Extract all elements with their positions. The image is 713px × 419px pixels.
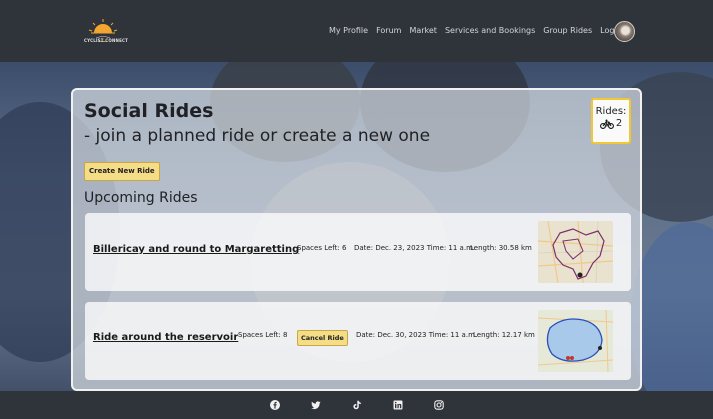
instagram-icon[interactable] xyxy=(434,400,444,410)
ride-date-time: Date: Dec. 30, 2023 Time: 11 a.m. xyxy=(356,331,478,339)
route-map-icon[interactable] xyxy=(538,310,613,372)
rides-counter-value-row: 2 xyxy=(593,118,629,129)
cancel-ride-button[interactable]: Cancel Ride xyxy=(297,330,348,346)
nav-links: My Profile Forum Market Services and Boo… xyxy=(329,26,636,35)
create-new-ride-button[interactable]: Create New Ride xyxy=(84,162,160,181)
rides-counter-label: Rides: xyxy=(595,106,627,117)
navbar: CYCLIST CONNECT My Profile Forum Market … xyxy=(0,0,713,62)
ride-length: Length: 12.17 km xyxy=(473,331,535,339)
page-title: Social Rides xyxy=(84,100,214,122)
rides-count: 2 xyxy=(615,118,623,129)
twitter-icon[interactable] xyxy=(311,400,321,410)
rides-counter: Rides: 2 xyxy=(591,98,631,144)
ride-card: Ride around the reservoir Spaces Left: 8… xyxy=(85,302,631,380)
ride-card: Billericay and round to Margaretting Spa… xyxy=(85,213,631,291)
ride-spaces-left: Spaces Left: 6 xyxy=(297,244,347,252)
nav-item-services-and-bookings[interactable]: Services and Bookings xyxy=(445,26,535,35)
tiktok-icon[interactable] xyxy=(352,400,362,410)
bicycle-icon xyxy=(599,119,614,129)
nav-item-market[interactable]: Market xyxy=(409,26,437,35)
linkedin-icon[interactable] xyxy=(393,400,403,410)
nav-item-group-rides[interactable]: Group Rides xyxy=(543,26,592,35)
ride-length: Length: 30.58 km xyxy=(470,244,532,252)
social-rides-card: Social Rides - join a planned ride or cr… xyxy=(71,88,642,391)
facebook-icon[interactable] xyxy=(270,400,280,410)
ride-name-link[interactable]: Billericay and round to Margaretting xyxy=(93,244,299,255)
ride-spaces-left: Spaces Left: 8 xyxy=(238,331,288,339)
ride-name-link[interactable]: Ride around the reservoir xyxy=(93,332,238,343)
upcoming-rides-heading: Upcoming Rides xyxy=(84,190,198,206)
ride-date-time: Date: Dec. 23, 2023 Time: 11 a.m. xyxy=(354,244,476,252)
nav-item-my-profile[interactable]: My Profile xyxy=(329,26,368,35)
page-subtitle: - join a planned ride or create a new on… xyxy=(84,126,431,146)
route-map-icon[interactable] xyxy=(538,221,613,283)
footer xyxy=(0,391,713,419)
avatar[interactable] xyxy=(614,21,635,42)
brand-name: CYCLIST CONNECT xyxy=(84,38,129,43)
nav-item-forum[interactable]: Forum xyxy=(376,26,401,35)
